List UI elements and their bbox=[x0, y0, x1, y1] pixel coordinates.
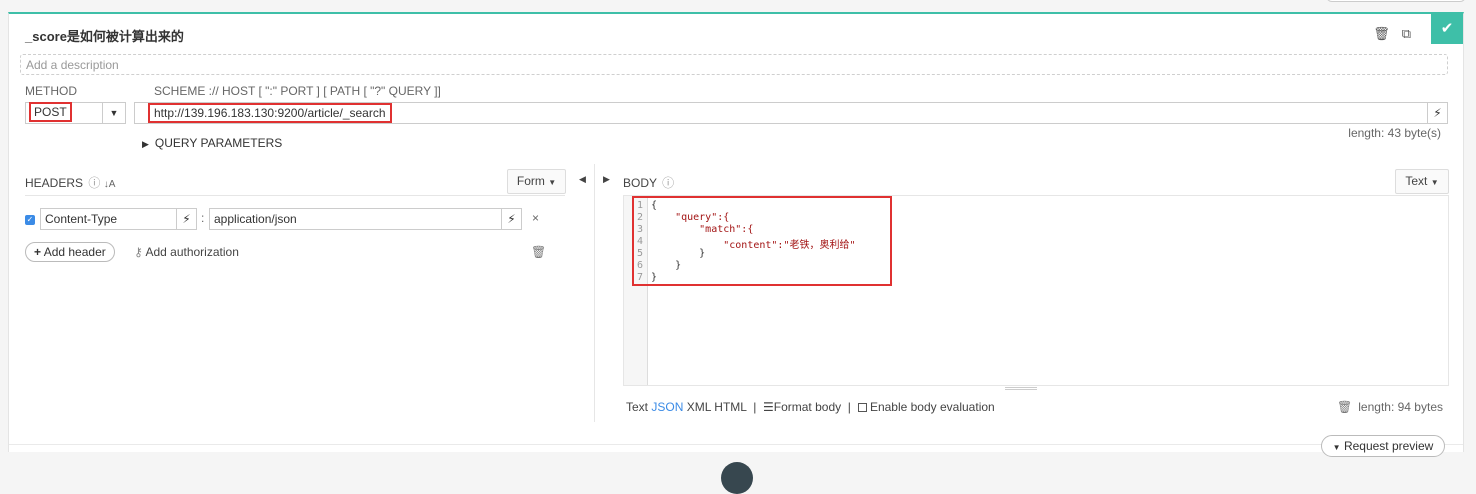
body-editor[interactable]: 1 2 3 4 5 6 7 { "query":{ "match":{ "con… bbox=[623, 195, 1449, 386]
headers-divider bbox=[25, 195, 565, 196]
form-button[interactable]: Form ▼ bbox=[507, 169, 566, 194]
format-text[interactable]: Text bbox=[626, 400, 648, 414]
plus-icon: + bbox=[34, 245, 42, 259]
caret-right-icon[interactable]: ▶ bbox=[603, 174, 610, 185]
text-button-label: Text bbox=[1405, 174, 1428, 188]
request-preview-button[interactable]: ▼ Request preview bbox=[1321, 435, 1445, 457]
body-length: 🗑 length: 94 bytes bbox=[1337, 400, 1443, 414]
trash-icon[interactable]: 🗑 bbox=[1337, 400, 1352, 414]
help-icon[interactable]: ⓘ bbox=[662, 176, 674, 190]
url-length: length: 43 byte(s) bbox=[1348, 126, 1441, 140]
header-value-field[interactable]: application/json bbox=[209, 208, 502, 230]
caret-left-icon[interactable]: ◀ bbox=[579, 174, 586, 185]
url-scheme-label: SCHEME :// HOST [ ":" PORT ] [ PATH [ "?… bbox=[154, 84, 441, 98]
format-json[interactable]: JSON bbox=[651, 400, 683, 414]
header-name-field[interactable]: Content-Type bbox=[40, 208, 177, 230]
add-authorization-label: Add authorization bbox=[145, 245, 239, 259]
trash-icon[interactable]: 🗑 bbox=[1373, 26, 1390, 42]
body-format-bar: Text JSON XML HTML | ☰Format body | Enab… bbox=[626, 400, 995, 414]
magic-wand-icon[interactable]: ⚡ bbox=[1427, 102, 1448, 124]
headers-label: HEADERS bbox=[25, 176, 84, 190]
trash-icon[interactable]: 🗑 bbox=[531, 245, 546, 259]
enable-eval-checkbox[interactable] bbox=[857, 403, 867, 412]
panel-splitter[interactable] bbox=[594, 164, 595, 422]
method-label: METHOD bbox=[25, 84, 77, 98]
request-preview-label: Request preview bbox=[1343, 439, 1434, 453]
close-icon[interactable]: × bbox=[532, 211, 539, 225]
form-button-label: Form bbox=[516, 174, 545, 188]
format-html[interactable]: HTML bbox=[714, 400, 746, 414]
top-pill[interactable] bbox=[1326, 0, 1466, 2]
body-section: BODY ⓘ bbox=[623, 174, 674, 191]
add-authorization-link[interactable]: ⚷ Add authorization bbox=[134, 245, 239, 259]
separator: | bbox=[847, 400, 851, 414]
query-parameters-toggle[interactable]: ▶ QUERY PARAMETERS bbox=[142, 136, 282, 150]
bottom-divider bbox=[9, 444, 1463, 445]
format-lines-icon: ☰ bbox=[763, 400, 774, 414]
text-button[interactable]: Text ▼ bbox=[1395, 169, 1449, 194]
caret-down-icon: ▼ bbox=[1430, 178, 1439, 187]
description-input[interactable]: Add a description bbox=[20, 54, 1448, 75]
key-icon: ⚷ bbox=[134, 245, 143, 259]
sort-alpha-icon[interactable]: ↓A bbox=[104, 179, 116, 190]
resize-handle[interactable] bbox=[1005, 387, 1037, 390]
method-value: POST bbox=[29, 102, 72, 122]
headers-section: HEADERS ⓘ ↓A bbox=[25, 174, 115, 191]
caret-down-icon: ▼ bbox=[1332, 443, 1341, 452]
caret-down-icon[interactable]: ▼ bbox=[102, 103, 125, 123]
caret-right-icon: ▶ bbox=[142, 139, 149, 149]
check-icon[interactable]: ✔ bbox=[1431, 14, 1463, 44]
enable-eval-label[interactable]: Enable body evaluation bbox=[870, 400, 995, 414]
method-select[interactable]: POST ▼ bbox=[25, 102, 126, 124]
format-xml[interactable]: XML bbox=[687, 400, 711, 414]
header-enabled-checkbox[interactable]: ✓ bbox=[25, 215, 35, 225]
send-button[interactable] bbox=[721, 462, 753, 494]
request-card: _score是如何被计算出来的 🗑 ⧉ ✔ Add a description … bbox=[8, 12, 1464, 494]
add-header-label: Add header bbox=[43, 245, 106, 259]
copy-icon[interactable]: ⧉ bbox=[1402, 26, 1411, 42]
code-highlight bbox=[632, 196, 892, 286]
magic-wand-icon[interactable]: ⚡ bbox=[501, 208, 522, 230]
help-icon[interactable]: ⓘ bbox=[88, 176, 100, 190]
separator: | bbox=[753, 400, 757, 414]
format-body-button[interactable]: Format body bbox=[774, 400, 841, 414]
url-input[interactable]: http://139.196.183.130:9200/article/_sea… bbox=[134, 102, 1429, 124]
magic-wand-icon[interactable]: ⚡ bbox=[176, 208, 197, 230]
add-header-button[interactable]: + Add header bbox=[25, 242, 115, 262]
caret-down-icon: ▼ bbox=[548, 178, 557, 187]
body-label: BODY bbox=[623, 176, 657, 190]
url-value: http://139.196.183.130:9200/article/_sea… bbox=[148, 103, 392, 123]
header-colon: : bbox=[201, 211, 205, 225]
request-title[interactable]: _score是如何被计算出来的 bbox=[25, 26, 184, 45]
card-actions: 🗑 ⧉ bbox=[1373, 26, 1411, 42]
body-length-label: length: 94 bytes bbox=[1358, 400, 1443, 414]
query-parameters-label: QUERY PARAMETERS bbox=[154, 136, 283, 150]
